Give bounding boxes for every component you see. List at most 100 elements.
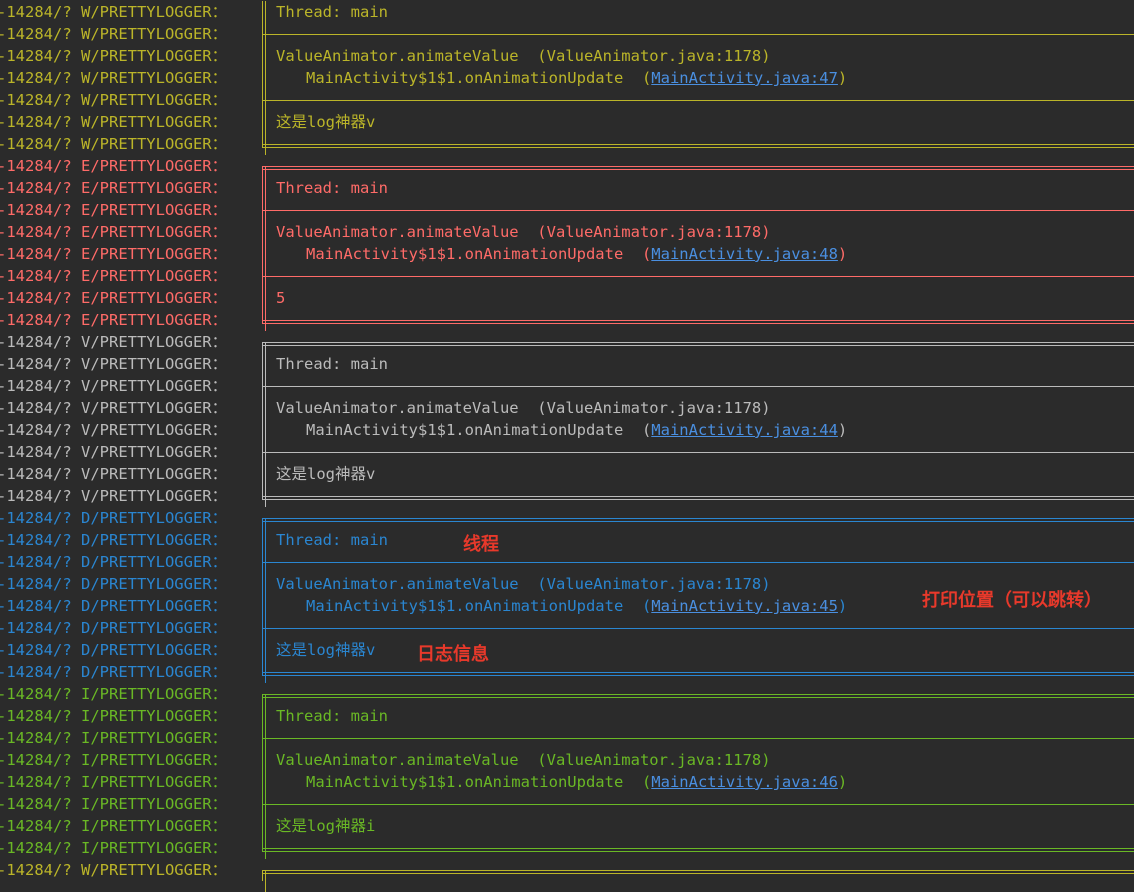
source-file-link[interactable]: MainActivity.java:45 bbox=[651, 597, 838, 615]
log-tag-prefix: -14284/? V/PRETTYLOGGER： bbox=[0, 333, 228, 351]
logcat-console[interactable]: -14284/? W/PRETTYLOGGER： Thread: main -142… bbox=[0, 1, 1134, 892]
log-message: 这是log神器v bbox=[276, 113, 376, 131]
log-line: -14284/? E/PRETTYLOGGER： ValueAnimator.an… bbox=[0, 221, 1134, 243]
log-tag-prefix: -14284/? V/PRETTYLOGGER： bbox=[0, 355, 228, 373]
log-line: -14284/? W/PRETTYLOGGER： 这是log神器v bbox=[0, 111, 1134, 133]
log-message: 这是log神器i bbox=[276, 817, 376, 835]
log-tag-prefix: -14284/? D/PRETTYLOGGER： bbox=[0, 619, 228, 637]
log-line: -14284/? V/PRETTYLOGGER： bbox=[0, 485, 1134, 507]
box-border-top bbox=[262, 518, 1134, 522]
log-line: -14284/? V/PRETTYLOGGER： ValueAnimator.an… bbox=[0, 397, 1134, 419]
log-line: -14284/? I/PRETTYLOGGER： Thread: main bbox=[0, 705, 1134, 727]
log-line: -14284/? E/PRETTYLOGGER： bbox=[0, 309, 1134, 331]
log-tag-prefix: -14284/? V/PRETTYLOGGER： bbox=[0, 465, 228, 483]
log-line: -14284/? E/PRETTYLOGGER： MainActivity$1$1… bbox=[0, 243, 1134, 265]
log-message: ValueAnimator.animateValue (ValueAnimato… bbox=[276, 399, 771, 417]
log-tag-prefix: -14284/? V/PRETTYLOGGER： bbox=[0, 421, 228, 439]
log-line: -14284/? W/PRETTYLOGGER： ValueAnimator.an… bbox=[0, 45, 1134, 67]
box-border-left bbox=[262, 870, 266, 892]
log-line: -14284/? V/PRETTYLOGGER： bbox=[0, 331, 1134, 364]
log-line: -14284/? I/PRETTYLOGGER： bbox=[0, 837, 1134, 859]
box-border-bottom bbox=[262, 496, 1134, 500]
log-tag-prefix: -14284/? I/PRETTYLOGGER： bbox=[0, 685, 228, 703]
box-border-left bbox=[262, 287, 266, 309]
log-line: -14284/? I/PRETTYLOGGER： bbox=[0, 793, 1134, 815]
box-divider bbox=[262, 276, 1134, 277]
box-border-left bbox=[262, 45, 266, 67]
log-tag-prefix: -14284/? E/PRETTYLOGGER： bbox=[0, 245, 228, 263]
box-divider bbox=[262, 452, 1134, 453]
log-line: -14284/? D/PRETTYLOGGER： bbox=[0, 551, 1134, 573]
box-border-left bbox=[262, 595, 266, 617]
log-tag-prefix: -14284/? D/PRETTYLOGGER： bbox=[0, 531, 228, 549]
stack-trace-method: MainActivity$1$1.onAnimationUpdate bbox=[306, 597, 624, 615]
box-divider bbox=[262, 804, 1134, 805]
log-tag-prefix: -14284/? D/PRETTYLOGGER： bbox=[0, 575, 228, 593]
log-line: -14284/? V/PRETTYLOGGER： bbox=[0, 375, 1134, 397]
log-tag-prefix: -14284/? V/PRETTYLOGGER： bbox=[0, 377, 228, 395]
box-border-left bbox=[262, 397, 266, 419]
log-tag-prefix: -14284/? W/PRETTYLOGGER： bbox=[0, 69, 228, 87]
box-divider bbox=[262, 100, 1134, 101]
box-border-left bbox=[262, 815, 266, 837]
log-line: -14284/? D/PRETTYLOGGER： bbox=[0, 617, 1134, 639]
log-tag-prefix: -14284/? V/PRETTYLOGGER： bbox=[0, 443, 228, 461]
log-tag-prefix: -14284/? W/PRETTYLOGGER： bbox=[0, 3, 228, 21]
box-border-left bbox=[262, 463, 266, 485]
log-line: -14284/? I/PRETTYLOGGER： MainActivity$1$1… bbox=[0, 771, 1134, 793]
log-line: -14284/? V/PRETTYLOGGER： 这是log神器v bbox=[0, 463, 1134, 485]
log-tag-prefix: -14284/? D/PRETTYLOGGER： bbox=[0, 509, 228, 527]
stack-trace-line: MainActivity$1$1.onAnimationUpdate (Main… bbox=[306, 69, 848, 87]
log-line: -14284/? D/PRETTYLOGGER： Thread: main bbox=[0, 529, 1134, 551]
log-line: -14284/? V/PRETTYLOGGER： MainActivity$1$1… bbox=[0, 419, 1134, 441]
source-file-link[interactable]: MainActivity.java:46 bbox=[651, 773, 838, 791]
log-message: Thread: main bbox=[276, 531, 388, 549]
log-message: Thread: main bbox=[276, 355, 388, 373]
box-border-left bbox=[262, 529, 266, 551]
box-border-left bbox=[262, 353, 266, 375]
log-tag-prefix: -14284/? E/PRETTYLOGGER： bbox=[0, 179, 228, 197]
log-message: ValueAnimator.animateValue (ValueAnimato… bbox=[276, 575, 771, 593]
log-line: -14284/? I/PRETTYLOGGER： ValueAnimator.an… bbox=[0, 749, 1134, 771]
box-border-left bbox=[262, 177, 266, 199]
box-border-bottom bbox=[262, 848, 1134, 852]
log-line: -14284/? V/PRETTYLOGGER： Thread: main bbox=[0, 353, 1134, 375]
log-tag-prefix: -14284/? D/PRETTYLOGGER： bbox=[0, 663, 228, 681]
stack-trace-method: MainActivity$1$1.onAnimationUpdate bbox=[306, 245, 624, 263]
box-divider bbox=[262, 628, 1134, 629]
log-tag-prefix: -14284/? D/PRETTYLOGGER： bbox=[0, 553, 228, 571]
box-border-left bbox=[262, 705, 266, 727]
log-tag-prefix: -14284/? I/PRETTYLOGGER： bbox=[0, 729, 228, 747]
source-file-link[interactable]: MainActivity.java:44 bbox=[651, 421, 838, 439]
box-border-top bbox=[262, 342, 1134, 346]
box-border-bottom bbox=[262, 672, 1134, 676]
log-line: -14284/? W/PRETTYLOGGER： bbox=[0, 859, 1134, 892]
box-border-top bbox=[262, 870, 1134, 874]
box-border-left bbox=[262, 573, 266, 595]
log-tag-prefix: -14284/? W/PRETTYLOGGER： bbox=[0, 25, 228, 43]
stack-trace-line: MainActivity$1$1.onAnimationUpdate (Main… bbox=[306, 773, 848, 791]
log-tag-prefix: -14284/? I/PRETTYLOGGER： bbox=[0, 817, 228, 835]
box-border-left bbox=[262, 694, 266, 716]
log-line: -14284/? D/PRETTYLOGGER： bbox=[0, 661, 1134, 683]
log-tag-prefix: -14284/? E/PRETTYLOGGER： bbox=[0, 157, 228, 175]
log-tag-prefix: -14284/? E/PRETTYLOGGER： bbox=[0, 201, 228, 219]
log-line: -14284/? E/PRETTYLOGGER： bbox=[0, 199, 1134, 221]
log-line: -14284/? E/PRETTYLOGGER： bbox=[0, 155, 1134, 188]
log-message: Thread: main bbox=[276, 707, 388, 725]
box-border-left bbox=[262, 67, 266, 89]
box-border-left bbox=[262, 749, 266, 771]
stack-trace-line: MainActivity$1$1.onAnimationUpdate (Main… bbox=[306, 245, 848, 263]
log-line: -14284/? V/PRETTYLOGGER： bbox=[0, 441, 1134, 463]
log-line: -14284/? E/PRETTYLOGGER： Thread: main bbox=[0, 177, 1134, 199]
log-tag-prefix: -14284/? I/PRETTYLOGGER： bbox=[0, 707, 228, 725]
source-file-link[interactable]: MainActivity.java:47 bbox=[651, 69, 838, 87]
log-tag-prefix: -14284/? W/PRETTYLOGGER： bbox=[0, 91, 228, 109]
log-tag-prefix: -14284/? E/PRETTYLOGGER： bbox=[0, 289, 228, 307]
log-message: Thread: main bbox=[276, 179, 388, 197]
source-file-link[interactable]: MainActivity.java:48 bbox=[651, 245, 838, 263]
log-tag-prefix: -14284/? W/PRETTYLOGGER： bbox=[0, 113, 228, 131]
log-tag-prefix: -14284/? I/PRETTYLOGGER： bbox=[0, 751, 228, 769]
box-divider bbox=[262, 386, 1134, 387]
stack-trace-method: MainActivity$1$1.onAnimationUpdate bbox=[306, 69, 624, 87]
